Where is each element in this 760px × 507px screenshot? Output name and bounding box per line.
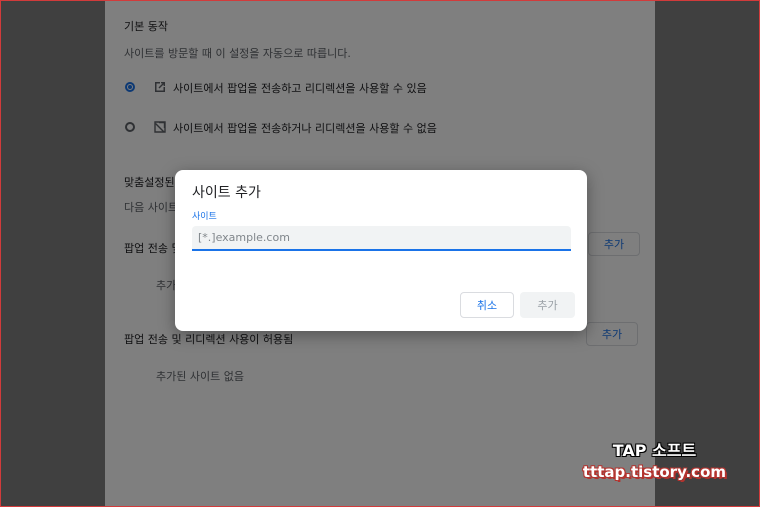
site-field-label: 사이트 bbox=[192, 212, 217, 222]
dialog-title: 사이트 추가 bbox=[192, 185, 261, 201]
site-field[interactable] bbox=[192, 226, 571, 251]
watermark: TAP 소프트 tttap.tistory.com bbox=[583, 437, 726, 481]
site-input[interactable] bbox=[192, 226, 571, 249]
cancel-button[interactable]: 취소 bbox=[460, 292, 514, 318]
add-button[interactable]: 추가 bbox=[520, 292, 575, 318]
watermark-url: tttap.tistory.com bbox=[582, 463, 726, 481]
add-site-dialog: 사이트 추가 사이트 취소 추가 bbox=[175, 170, 587, 331]
watermark-title: TAP 소프트 bbox=[612, 441, 697, 460]
